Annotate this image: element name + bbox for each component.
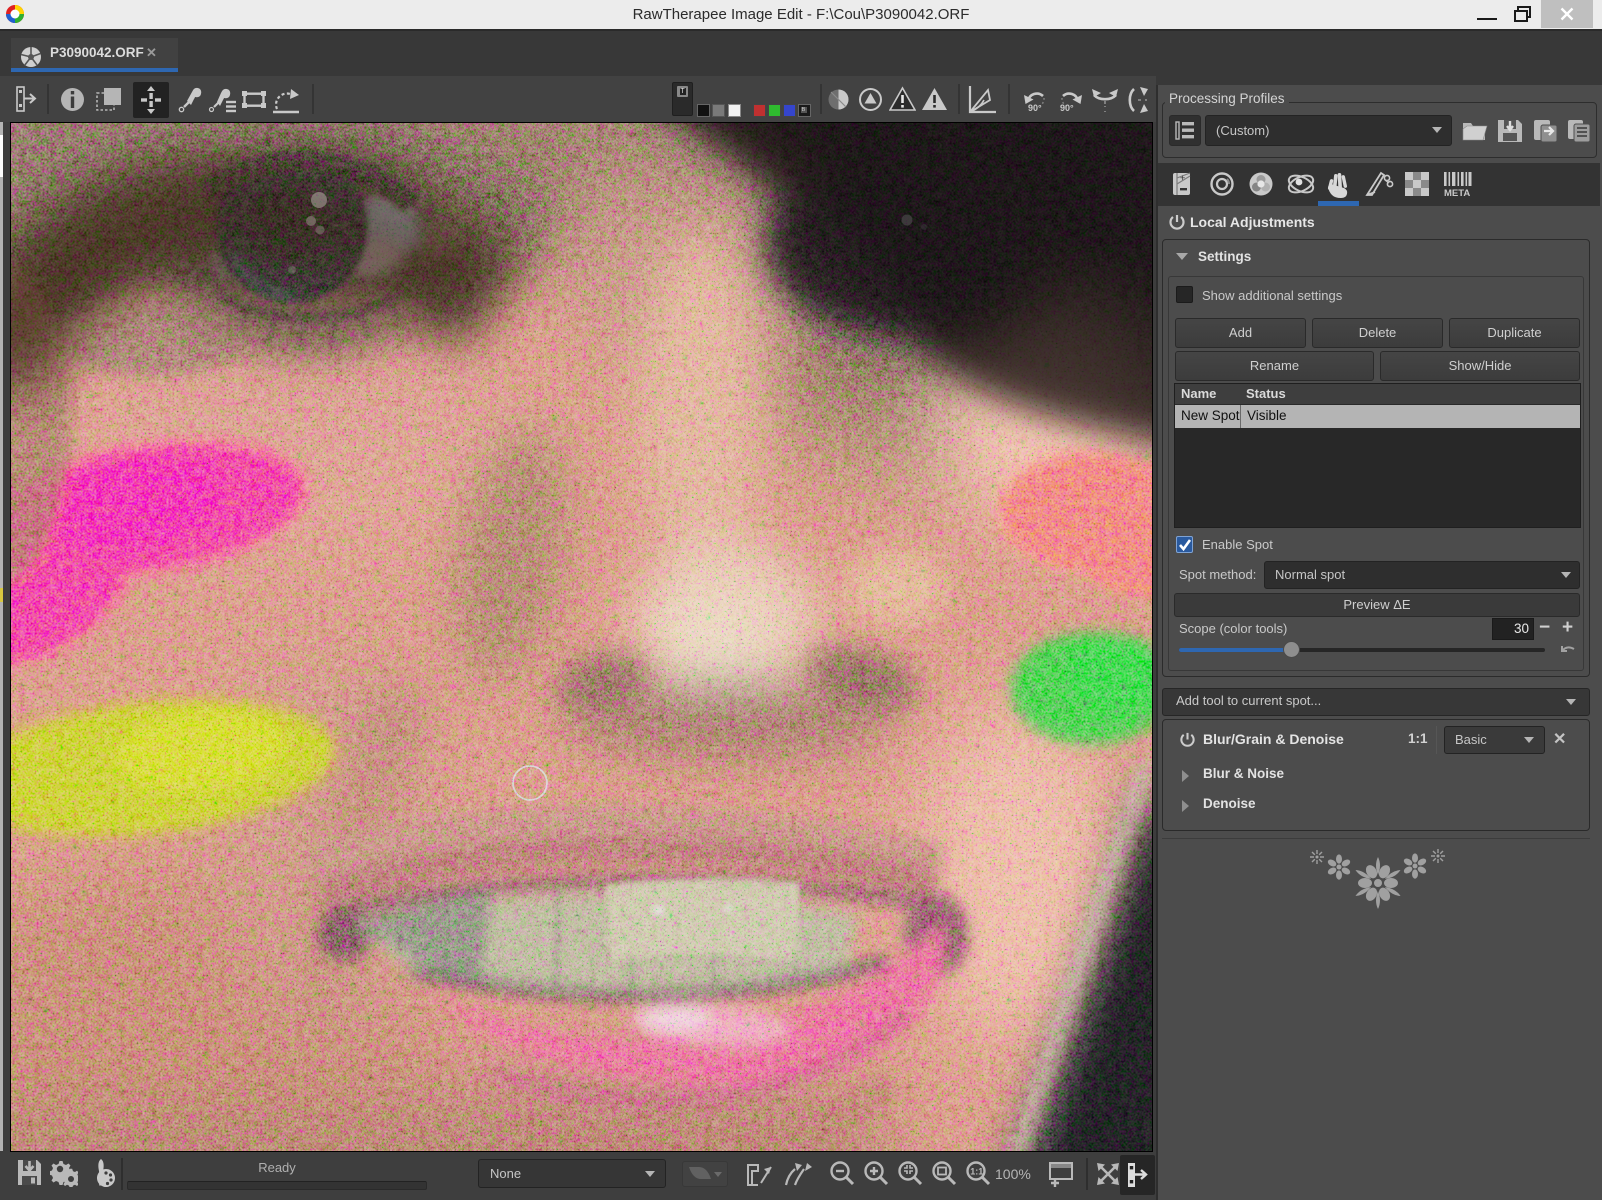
svg-text:90°: 90° — [1060, 103, 1074, 113]
svg-text:90°: 90° — [1028, 103, 1042, 113]
svg-text:+: + — [1180, 173, 1185, 183]
svg-text:1:1: 1:1 — [970, 1167, 983, 1177]
svg-text:META: META — [1444, 188, 1470, 198]
